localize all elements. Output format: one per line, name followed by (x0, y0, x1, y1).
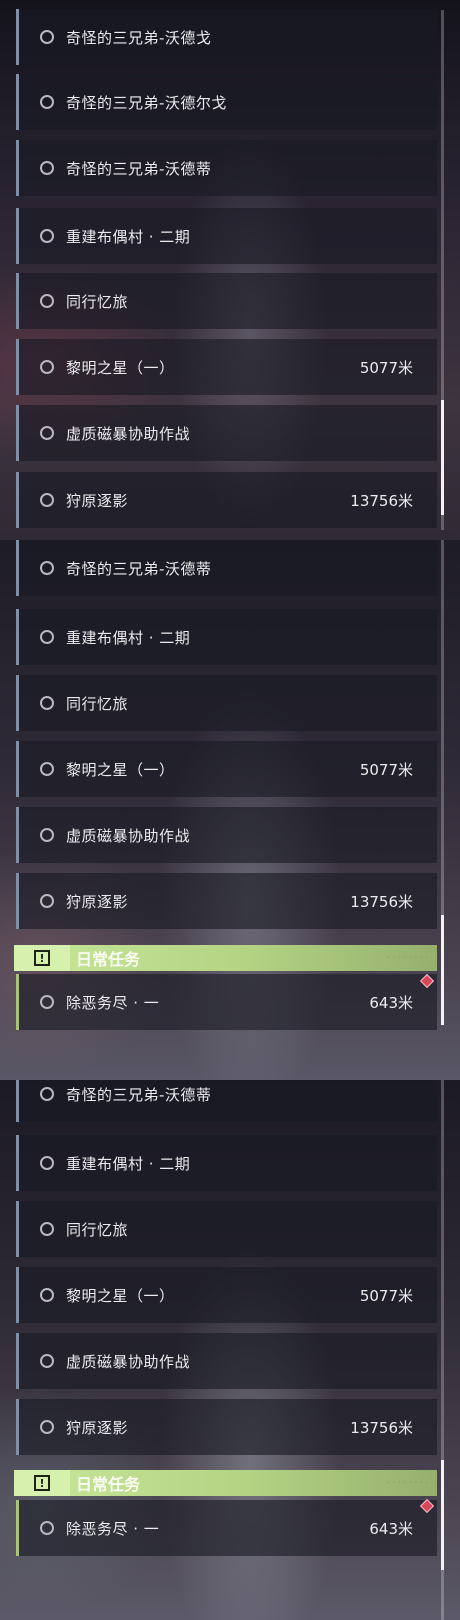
quest-row[interactable]: 重建布偶村 · 二期 (16, 1135, 437, 1191)
radio-circle-icon[interactable] (40, 360, 54, 374)
quest-name: 黎明之星（一） (66, 358, 175, 377)
quest-name: 奇怪的三兄弟-沃德蒂 (66, 559, 212, 578)
scrollbar[interactable] (441, 1080, 444, 1620)
header-decoration: ◦ ◦ ◦ ◦ ◦ ◦ ◦ ◦ (386, 955, 429, 961)
quest-name: 同行忆旅 (66, 292, 129, 311)
quest-name: 狩原逐影 (66, 491, 129, 510)
quest-name: 狩原逐影 (66, 892, 129, 911)
daily-tasks-title: 日常任务 (76, 1475, 141, 1494)
radio-circle-icon[interactable] (40, 1288, 54, 1302)
quest-name: 奇怪的三兄弟-沃德蒂 (66, 1085, 212, 1104)
quest-name: 除恶务尽 · 一 (66, 1519, 160, 1538)
quest-distance: 13756米 (350, 892, 413, 911)
quest-name: 除恶务尽 · 一 (66, 993, 160, 1012)
quest-row[interactable]: 黎明之星（一） 5077米 (16, 741, 437, 797)
quest-row[interactable]: 虚质磁暴协助作战 (16, 405, 437, 461)
exclamation-box-icon: ! (14, 1470, 70, 1496)
radio-circle-icon[interactable] (40, 229, 54, 243)
radio-circle-icon[interactable] (40, 630, 54, 644)
radio-circle-icon[interactable] (40, 1156, 54, 1170)
quest-distance: 5077米 (359, 760, 413, 779)
quest-row[interactable]: 虚质磁暴协助作战 (16, 807, 437, 863)
quest-row[interactable]: 狩原逐影 13756米 (16, 1399, 437, 1455)
quest-panel-1: 奇怪的三兄弟-沃德戈 奇怪的三兄弟-沃德尔戈 奇怪的三兄弟-沃德蒂 重建布偶村 … (0, 0, 460, 540)
scrollbar[interactable] (441, 10, 444, 530)
scrollbar[interactable] (441, 540, 444, 1025)
quest-row[interactable]: 同行忆旅 (16, 1201, 437, 1257)
daily-task-row[interactable]: 除恶务尽 · 一 643米 (16, 1500, 437, 1556)
radio-circle-icon[interactable] (40, 696, 54, 710)
header-decoration: ◦ ◦ ◦ ◦ ◦ ◦ ◦ ◦ (386, 1480, 429, 1486)
quest-row[interactable]: 奇怪的三兄弟-沃德蒂 (16, 540, 437, 596)
scrollbar-thumb[interactable] (441, 1460, 444, 1570)
radio-circle-icon[interactable] (40, 1521, 54, 1535)
quest-name: 黎明之星（一） (66, 1286, 175, 1305)
quest-row[interactable]: 狩原逐影 13756米 (16, 472, 437, 528)
quest-name: 奇怪的三兄弟-沃德蒂 (66, 159, 212, 178)
quest-row[interactable]: 奇怪的三兄弟-沃德戈 (16, 9, 437, 65)
radio-circle-icon[interactable] (40, 161, 54, 175)
daily-tasks-title: 日常任务 (76, 950, 141, 969)
quest-name: 同行忆旅 (66, 1220, 129, 1239)
radio-circle-icon[interactable] (40, 762, 54, 776)
quest-distance: 5077米 (359, 358, 413, 377)
quest-row[interactable]: 奇怪的三兄弟-沃德蒂 (16, 1080, 437, 1122)
quest-distance: 5077米 (359, 1286, 413, 1305)
quest-distance: 643米 (369, 1519, 413, 1538)
exclamation-box-icon: ! (14, 945, 70, 971)
radio-circle-icon[interactable] (40, 894, 54, 908)
quest-name: 虚质磁暴协助作战 (66, 1352, 191, 1371)
daily-task-row[interactable]: 除恶务尽 · 一 643米 (16, 974, 437, 1030)
quest-name: 重建布偶村 · 二期 (66, 227, 191, 246)
radio-circle-icon[interactable] (40, 426, 54, 440)
quest-distance: 13756米 (350, 491, 413, 510)
quest-distance: 13756米 (350, 1418, 413, 1437)
radio-circle-icon[interactable] (40, 828, 54, 842)
quest-name: 黎明之星（一） (66, 760, 175, 779)
daily-tasks-header[interactable]: ! 日常任务 ◦ ◦ ◦ ◦ ◦ ◦ ◦ ◦ (14, 945, 437, 971)
radio-circle-icon[interactable] (40, 95, 54, 109)
radio-circle-icon[interactable] (40, 1222, 54, 1236)
quest-row[interactable]: 虚质磁暴协助作战 (16, 1333, 437, 1389)
quest-row[interactable]: 奇怪的三兄弟-沃德尔戈 (16, 74, 437, 130)
radio-circle-icon[interactable] (40, 30, 54, 44)
quest-name: 奇怪的三兄弟-沃德戈 (66, 28, 212, 47)
radio-circle-icon[interactable] (40, 294, 54, 308)
quest-distance: 643米 (369, 993, 413, 1012)
quest-row[interactable]: 重建布偶村 · 二期 (16, 609, 437, 665)
scrollbar-thumb[interactable] (441, 915, 444, 1025)
scrollbar-thumb[interactable] (441, 400, 444, 515)
quest-name: 虚质磁暴协助作战 (66, 424, 191, 443)
quest-row[interactable]: 同行忆旅 (16, 273, 437, 329)
radio-circle-icon[interactable] (40, 995, 54, 1009)
quest-name: 狩原逐影 (66, 1418, 129, 1437)
quest-name: 同行忆旅 (66, 694, 129, 713)
quest-row[interactable]: 奇怪的三兄弟-沃德蒂 (16, 140, 437, 196)
daily-tasks-header[interactable]: ! 日常任务 ◦ ◦ ◦ ◦ ◦ ◦ ◦ ◦ (14, 1470, 437, 1496)
radio-circle-icon[interactable] (40, 493, 54, 507)
quest-name: 重建布偶村 · 二期 (66, 628, 191, 647)
quest-panel-2: 奇怪的三兄弟-沃德蒂 重建布偶村 · 二期 同行忆旅 黎明之星（一） 5077米… (0, 540, 460, 1080)
quest-row[interactable]: 重建布偶村 · 二期 (16, 208, 437, 264)
radio-circle-icon[interactable] (40, 1420, 54, 1434)
radio-circle-icon[interactable] (40, 561, 54, 575)
quest-name: 重建布偶村 · 二期 (66, 1154, 191, 1173)
radio-circle-icon[interactable] (40, 1354, 54, 1368)
quest-row[interactable]: 黎明之星（一） 5077米 (16, 339, 437, 395)
radio-circle-icon[interactable] (40, 1087, 54, 1101)
quest-row[interactable]: 同行忆旅 (16, 675, 437, 731)
quest-panel-3: 奇怪的三兄弟-沃德蒂 重建布偶村 · 二期 同行忆旅 黎明之星（一） 5077米… (0, 1080, 460, 1620)
quest-row[interactable]: 黎明之星（一） 5077米 (16, 1267, 437, 1323)
quest-name: 奇怪的三兄弟-沃德尔戈 (66, 93, 227, 112)
quest-name: 虚质磁暴协助作战 (66, 826, 191, 845)
quest-row[interactable]: 狩原逐影 13756米 (16, 873, 437, 929)
